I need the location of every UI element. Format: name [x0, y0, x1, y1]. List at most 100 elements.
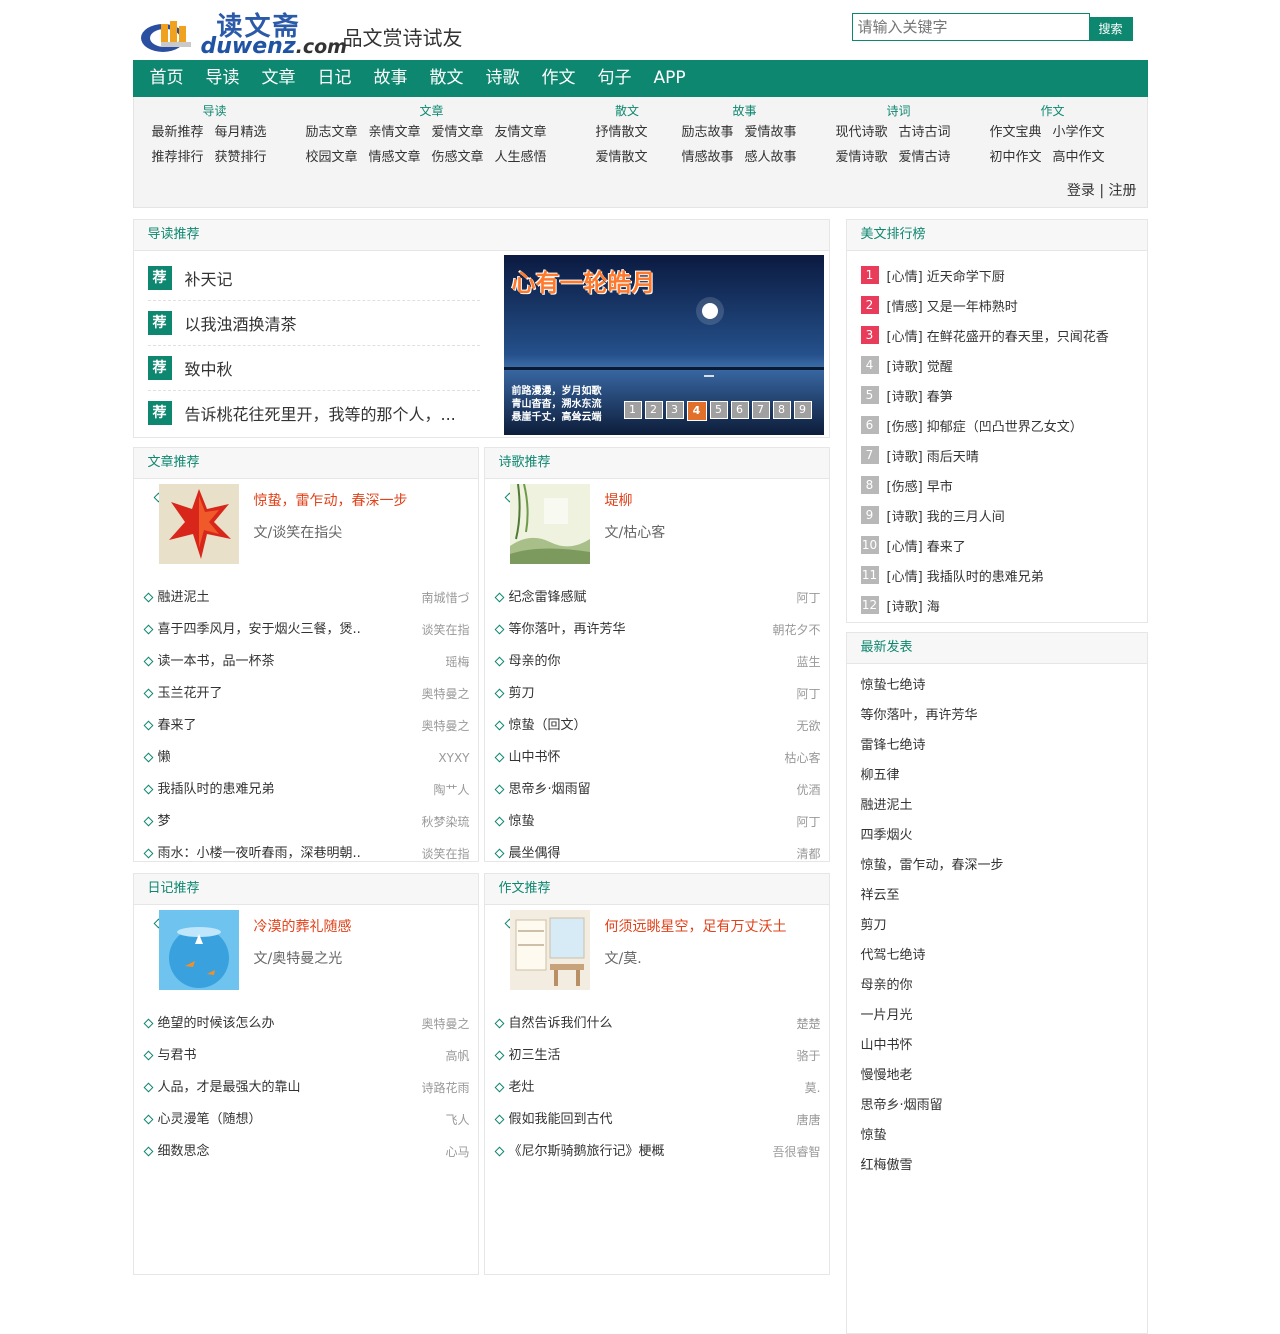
latest-item[interactable]: 祥云至 [861, 881, 1004, 911]
featured-thumbnail[interactable] [509, 910, 590, 990]
latest-item[interactable]: 柳五律 [861, 761, 1004, 791]
search-button[interactable]: 搜索 [1088, 17, 1133, 41]
list-item[interactable]: 懒 XYXY [143, 742, 470, 774]
slide-page-button[interactable]: 5 [709, 401, 728, 419]
list-item[interactable]: 心灵漫笔（随想） 飞人 [143, 1104, 470, 1136]
nav-item[interactable]: 首页 [139, 60, 195, 97]
list-item-title[interactable]: 春来了 [158, 710, 197, 742]
subnav-link[interactable]: 作文宝典 [990, 120, 1042, 145]
latest-item[interactable]: 山中书怀 [861, 1031, 1004, 1061]
list-item[interactable]: 与君书 高帆 [143, 1040, 470, 1072]
latest-item[interactable]: 融进泥土 [861, 791, 1004, 821]
subnav-link[interactable]: 情感文章 [369, 145, 421, 170]
daodu-item-title[interactable]: 致中秋 [185, 356, 233, 380]
featured-thumbnail[interactable] [158, 484, 239, 564]
rank-item[interactable]: 3 [心情] 在鲜花盛开的春天里，只闻花香 [860, 320, 1109, 350]
list-item[interactable]: 等你落叶，再许芳华 朝花夕不 [494, 614, 821, 646]
rank-title[interactable]: [诗歌] 海 [887, 596, 940, 615]
list-item[interactable]: 融进泥土 南城惜づ [143, 582, 470, 614]
slide-page-button[interactable]: 2 [644, 401, 663, 419]
rank-title[interactable]: [诗歌] 春笋 [887, 386, 953, 405]
list-item-title[interactable]: 老灶 [509, 1072, 535, 1104]
list-item-title[interactable]: 细数思念 [158, 1136, 210, 1168]
latest-item[interactable]: 一片月光 [861, 1001, 1004, 1031]
latest-item[interactable]: 代驾七绝诗 [861, 941, 1004, 971]
subnav-link[interactable]: 爱情古诗 [899, 145, 951, 170]
list-item[interactable]: 绝望的时候该怎么办 奥特曼之 [143, 1008, 470, 1040]
nav-item[interactable]: 诗歌 [475, 60, 531, 97]
list-item-title[interactable]: 等你落叶，再许芳华 [509, 614, 626, 646]
rank-title[interactable]: [心情] 春来了 [887, 536, 966, 555]
subnav-link[interactable]: 友情文章 [495, 120, 547, 145]
nav-item[interactable]: APP [643, 60, 697, 97]
search-input[interactable] [851, 13, 1090, 41]
list-item-title[interactable]: 惊蛰 [509, 806, 535, 838]
rank-title[interactable]: [伤感] 抑郁症（凹凸世界乙女文） [887, 416, 1083, 435]
subnav-link[interactable]: 人生感悟 [495, 145, 547, 170]
rank-item[interactable]: 1 [心情] 近天命学下厨 [860, 260, 1109, 290]
list-item[interactable]: 晨坐偶得 清都 [494, 838, 821, 870]
slide-page-button[interactable]: 4 [686, 401, 707, 421]
latest-item[interactable]: 四季烟火 [861, 821, 1004, 851]
list-item[interactable]: 老灶 莫. [494, 1072, 821, 1104]
slide-page-button[interactable]: 6 [730, 401, 749, 419]
subnav-link[interactable]: 爱情诗歌 [836, 145, 888, 170]
subnav-link[interactable]: 抒情散文 [596, 120, 648, 145]
rank-item[interactable]: 8 [伤感] 早市 [860, 470, 1109, 500]
featured-article[interactable]: 冷漠的葬礼随感 文/奥特曼之光 [144, 908, 474, 990]
featured-article[interactable]: 惊蛰，雷乍动，春深一步 文/谈笑在指尖 [144, 482, 474, 564]
nav-item[interactable]: 作文 [531, 60, 587, 97]
list-item-title[interactable]: 纪念雷锋感赋 [509, 582, 587, 614]
rank-item[interactable]: 6 [伤感] 抑郁症（凹凸世界乙女文） [860, 410, 1109, 440]
register-link[interactable]: 注册 [1109, 183, 1137, 199]
daodu-item[interactable]: 荐致中秋 [147, 346, 480, 391]
slide-page-button[interactable]: 9 [793, 401, 812, 419]
rank-item[interactable]: 2 [情感] 又是一年柿熟时 [860, 290, 1109, 320]
rank-title[interactable]: [诗歌] 雨后天晴 [887, 446, 979, 465]
list-item[interactable]: 纪念雷锋感赋 阿丁 [494, 582, 821, 614]
list-item[interactable]: 人品，才是最强大的靠山 诗路花雨 [143, 1072, 470, 1104]
slide-page-button[interactable]: 3 [665, 401, 684, 419]
daodu-item[interactable]: 荐补天记 [147, 256, 480, 301]
subnav-link[interactable]: 励志文章 [306, 120, 358, 145]
rank-item[interactable]: 10 [心情] 春来了 [860, 530, 1109, 560]
slide-page-button[interactable]: 1 [623, 401, 642, 419]
daodu-item-title[interactable]: 补天记 [185, 266, 233, 290]
list-item[interactable]: 春来了 奥特曼之 [143, 710, 470, 742]
list-item[interactable]: 惊蛰 阿丁 [494, 806, 821, 838]
nav-item[interactable]: 故事 [363, 60, 419, 97]
subnav-link[interactable]: 现代诗歌 [836, 120, 888, 145]
list-item-title[interactable]: 梦 [158, 806, 171, 838]
rank-title[interactable]: [诗歌] 觉醒 [887, 356, 953, 375]
subnav-link[interactable]: 获赞排行 [215, 145, 267, 170]
subnav-link[interactable]: 校园文章 [306, 145, 358, 170]
list-item[interactable]: 惊蛰（回文） 无欲 [494, 710, 821, 742]
rank-title[interactable]: [诗歌] 我的三月人间 [887, 506, 1005, 525]
list-item-title[interactable]: 融进泥土 [158, 582, 210, 614]
latest-item[interactable]: 惊蛰 [861, 1121, 1004, 1151]
list-item-title[interactable]: 绝望的时候该怎么办 [158, 1008, 275, 1040]
list-item[interactable]: 梦 秋梦染琉 [143, 806, 470, 838]
list-item-title[interactable]: 与君书 [158, 1040, 197, 1072]
site-logo[interactable]: 读文斋 duwenz.com [139, 6, 347, 59]
slide-page-button[interactable]: 7 [751, 401, 770, 419]
nav-item[interactable]: 散文 [419, 60, 475, 97]
list-item-title[interactable]: 雨水：小楼一夜听春雨，深巷明朝.. [158, 838, 361, 870]
list-item[interactable]: 我插队时的患难兄弟 陶艹人 [143, 774, 470, 806]
subnav-link[interactable]: 小学作文 [1053, 120, 1105, 145]
list-item-title[interactable]: 思帝乡·烟雨留 [509, 774, 591, 806]
latest-item[interactable]: 等你落叶，再许芳华 [861, 701, 1004, 731]
featured-title[interactable]: 堤柳 [605, 490, 633, 510]
list-item-title[interactable]: 母亲的你 [509, 646, 561, 678]
slide-page-button[interactable]: 8 [772, 401, 791, 419]
subnav-link[interactable]: 亲情文章 [369, 120, 421, 145]
list-item[interactable]: 思帝乡·烟雨留 优酒 [494, 774, 821, 806]
list-item-title[interactable]: 懒 [158, 742, 171, 774]
subnav-group-title[interactable]: 导读 [152, 102, 278, 120]
list-item-title[interactable]: 喜于四季风月，安于烟火三餐，煲.. [158, 614, 361, 646]
latest-item[interactable]: 思帝乡·烟雨留 [861, 1091, 1004, 1121]
latest-item[interactable]: 母亲的你 [861, 971, 1004, 1001]
featured-article[interactable]: 何须远眺星空，足有万丈沃土 文/莫. [495, 908, 825, 990]
list-item[interactable]: 山中书怀 枯心客 [494, 742, 821, 774]
subnav-group-title[interactable]: 故事 [682, 102, 808, 120]
